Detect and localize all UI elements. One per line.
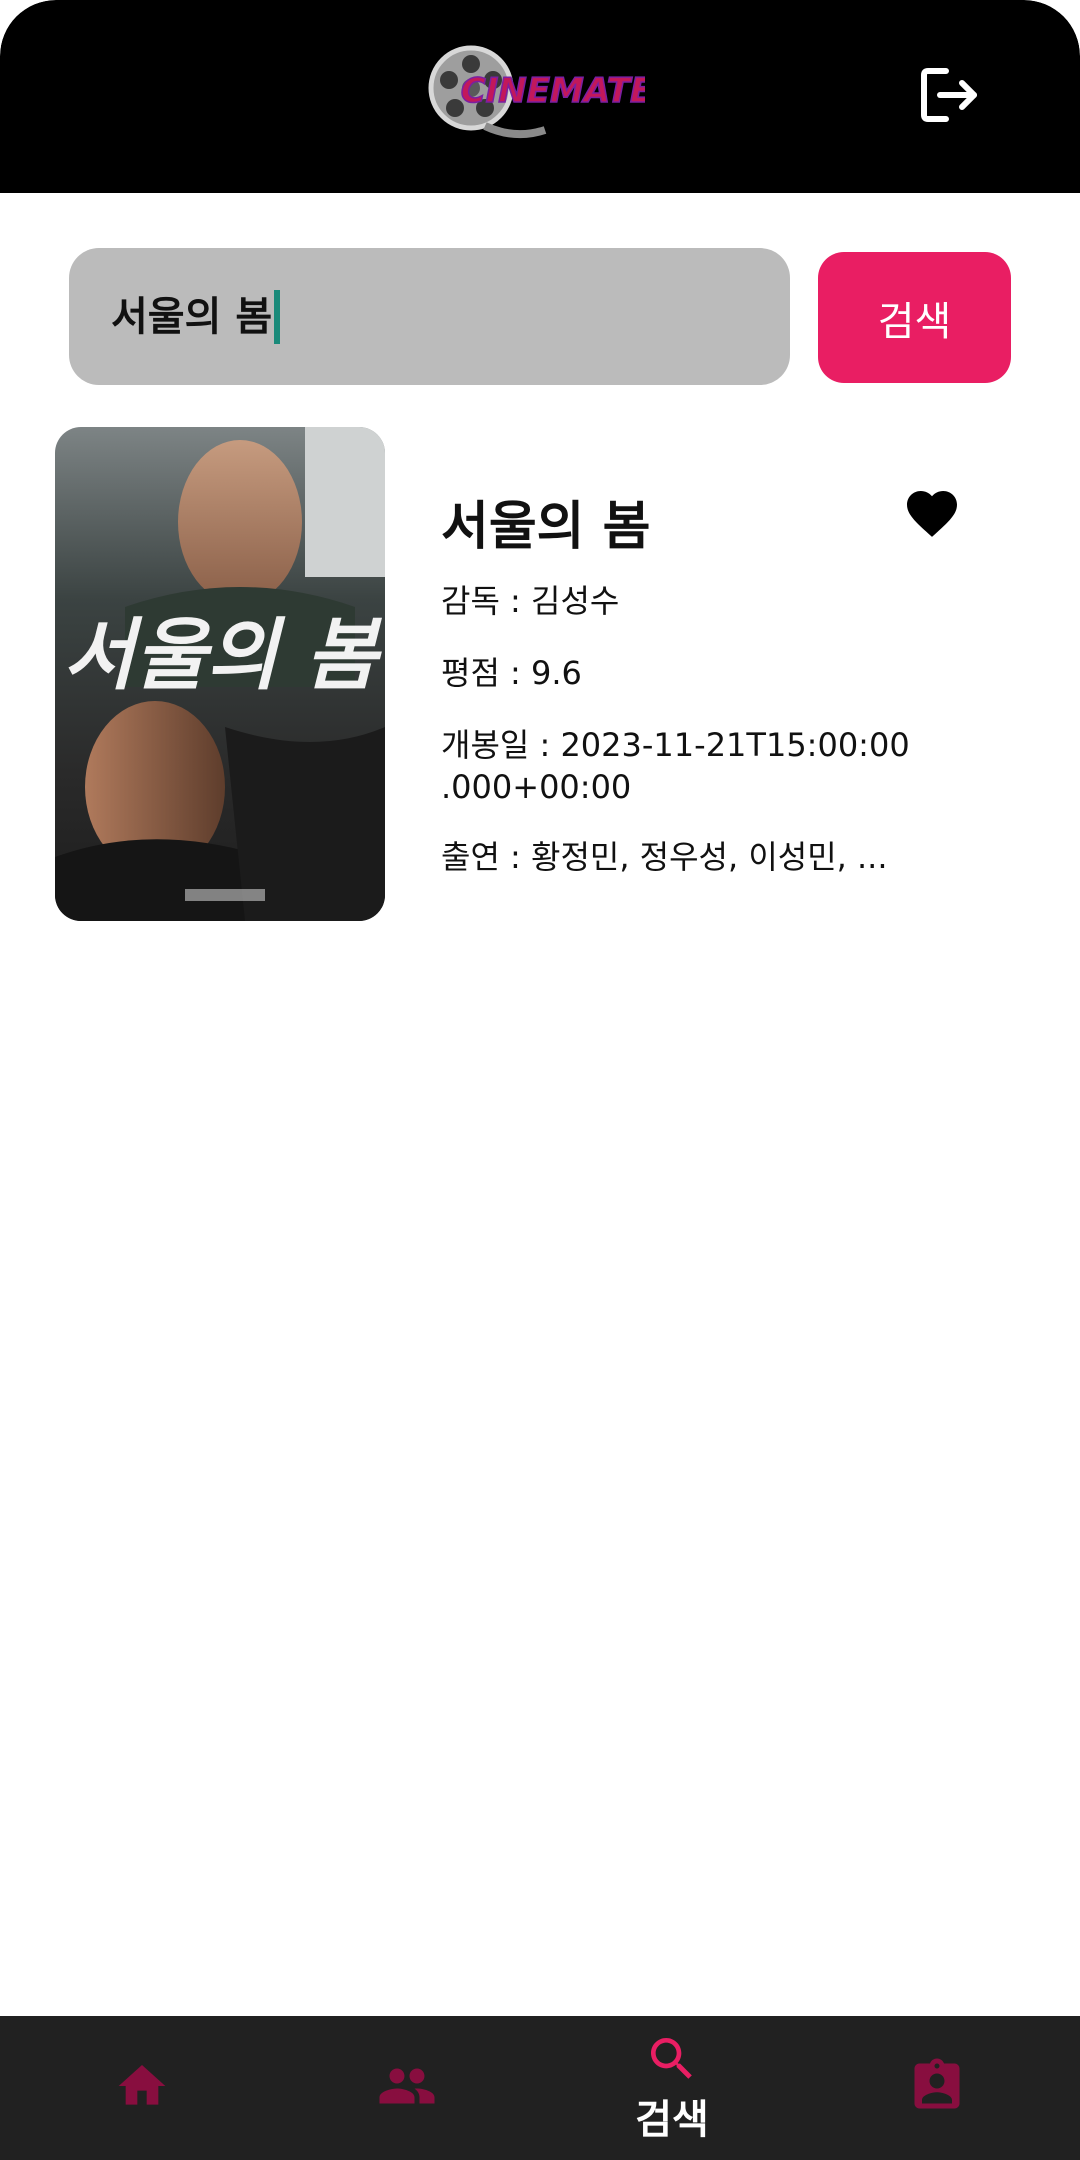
heart-icon bbox=[902, 491, 962, 543]
movie-poster[interactable]: 서울의 봄 bbox=[55, 427, 385, 921]
movie-cast: 출연 : 황정민, 정우성, 이성민, ... bbox=[441, 838, 888, 876]
movie-release-date-cont: .000+00:00 bbox=[441, 768, 632, 806]
movie-director: 감독 : 김성수 bbox=[441, 582, 620, 620]
home-icon bbox=[112, 2058, 172, 2118]
nav-friends[interactable] bbox=[327, 2016, 487, 2160]
poster-title: 서울의 봄 bbox=[63, 610, 382, 701]
movie-release-date: 개봉일 : 2023-11-21T15:00:00 bbox=[441, 726, 910, 764]
search-input-value: 서울의 봄 bbox=[111, 293, 273, 340]
favorite-button[interactable] bbox=[902, 483, 972, 549]
logout-icon bbox=[920, 67, 980, 127]
nav-profile[interactable] bbox=[857, 2016, 1017, 2160]
nav-home[interactable] bbox=[62, 2016, 222, 2160]
nav-search[interactable]: 검색 bbox=[592, 2016, 752, 2160]
people-icon bbox=[374, 2056, 440, 2120]
logout-button[interactable] bbox=[910, 62, 990, 132]
app-header: CINEMATE bbox=[0, 0, 1080, 193]
nav-search-label: 검색 bbox=[635, 2097, 709, 2143]
text-caret bbox=[274, 289, 281, 344]
search-icon bbox=[642, 2031, 702, 2091]
bottom-navigation: 검색 bbox=[0, 2016, 1080, 2160]
search-button[interactable]: 검색 bbox=[818, 252, 1011, 383]
movie-rating: 평점 : 9.6 bbox=[441, 654, 582, 692]
search-input[interactable]: 서울의 봄 bbox=[69, 248, 790, 385]
app-screen: CINEMATE 서울의 봄 검색 서울의 봄 서울의 봄 감독: 김성수 평… bbox=[0, 0, 1080, 2160]
movie-title: 서울의 봄 bbox=[441, 497, 651, 557]
logo-text: CINEMATE bbox=[461, 71, 645, 111]
profile-badge-icon bbox=[907, 2056, 967, 2120]
cinemate-logo: CINEMATE bbox=[425, 40, 654, 145]
